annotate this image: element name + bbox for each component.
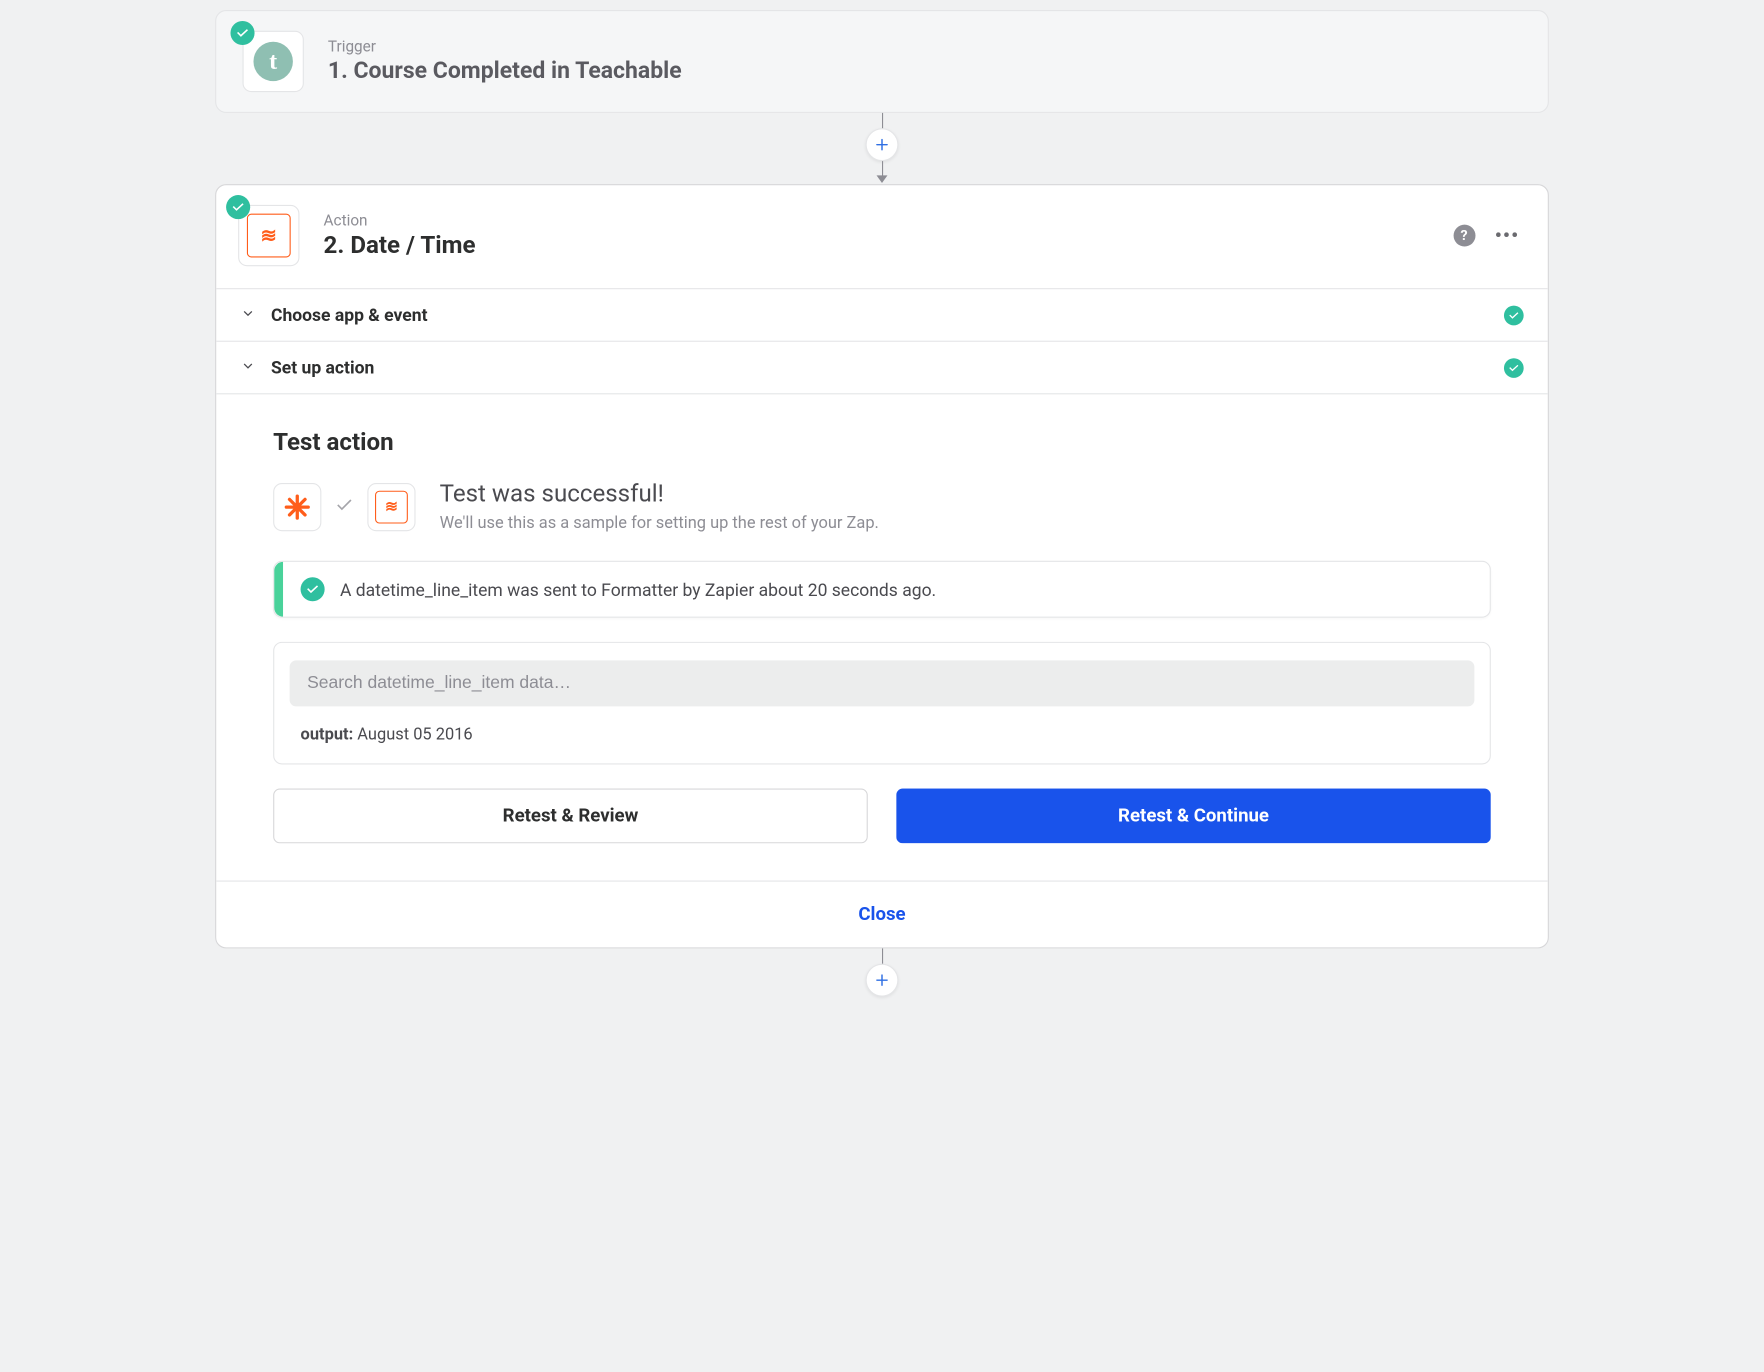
notice-text: A datetime_line_item was sent to Formatt… [340,579,936,600]
formatter-icon: ≋ [367,482,415,530]
section-done-badge [1504,358,1524,378]
action-heading: Action 2. Date / Time [324,212,476,259]
action-step-card: ≋ Action 2. Date / Time ? ••• Choose app… [215,184,1549,948]
check-icon [1508,362,1519,373]
trigger-heading: Trigger 1. Course Completed in Teachable [328,38,682,84]
status-success-badge [226,195,250,219]
close-row: Close [216,881,1548,948]
teachable-icon: t [253,42,292,81]
add-step-button[interactable] [866,128,899,161]
chevron-down-icon [240,357,255,378]
test-success-subtitle: We'll use this as a sample for setting u… [440,513,879,533]
check-icon [334,495,354,519]
section-set-up-action[interactable]: Set up action [216,341,1548,394]
action-header: ≋ Action 2. Date / Time ? ••• [216,185,1548,288]
test-results-box: output: August 05 2016 [273,642,1491,765]
connector-top [881,113,883,184]
check-icon [306,583,319,596]
plus-icon [873,136,891,154]
trigger-title: 1. Course Completed in Teachable [328,58,682,84]
retest-review-button[interactable]: Retest & Review [273,789,868,844]
section-choose-app-event[interactable]: Choose app & event [216,288,1548,341]
add-step-button[interactable] [866,964,899,997]
help-icon[interactable]: ? [1453,225,1475,247]
test-success-title: Test was successful! [440,481,879,508]
plus-icon [873,971,891,989]
status-success-badge [230,21,254,45]
section-test-action: Test action ≋ Test was successful! We'll… [216,393,1548,880]
section-label: Choose app & event [271,305,1489,326]
trigger-label: Trigger [328,38,682,56]
result-value: August 05 2016 [357,724,472,744]
zapier-icon [273,482,321,530]
result-row: output: August 05 2016 [290,720,1475,748]
trigger-app-icon-wrap: t [243,31,304,92]
test-result-notice: A datetime_line_item was sent to Formatt… [273,561,1491,618]
action-app-icon-wrap: ≋ [238,205,299,266]
check-icon [236,26,249,39]
check-icon [1508,309,1519,320]
more-menu-icon[interactable]: ••• [1495,224,1520,247]
result-key: output: [301,724,354,744]
action-label: Action [324,212,476,230]
check-badge [301,577,325,601]
formatter-icon: ≋ [247,214,291,258]
action-title: 2. Date / Time [324,232,476,259]
close-button[interactable]: Close [858,904,905,926]
chevron-down-icon [240,305,255,326]
trigger-step-card[interactable]: t Trigger 1. Course Completed in Teachab… [215,10,1549,113]
connector-bottom [881,948,883,996]
check-icon [232,201,245,214]
section-done-badge [1504,305,1524,325]
retest-continue-button[interactable]: Retest & Continue [896,789,1491,844]
test-flow-graphic: ≋ Test was successful! We'll use this as… [273,481,1491,532]
section-label: Set up action [271,357,1489,378]
test-action-heading: Test action [273,429,1491,456]
asterisk-icon [284,493,310,519]
search-input[interactable] [290,660,1475,706]
